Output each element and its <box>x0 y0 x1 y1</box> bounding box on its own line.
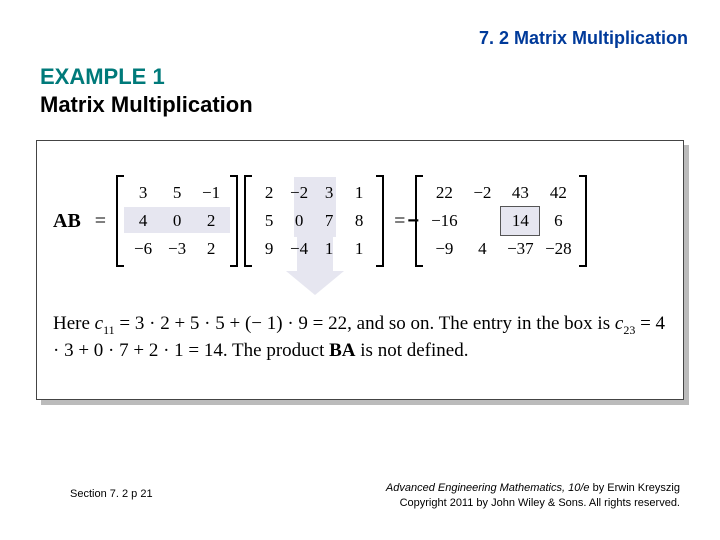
cell: −4 <box>284 235 314 263</box>
cell-val: −16 <box>431 211 458 230</box>
footer-section-page: Section 7. 2 p 21 <box>70 488 153 500</box>
sub: 23 <box>623 323 635 337</box>
cell: −37 <box>501 235 539 263</box>
cell: −6 <box>126 235 160 263</box>
txt: is not defined. <box>356 340 469 361</box>
footer-attribution: Advanced Engineering Mathematics, 10/e b… <box>300 481 680 510</box>
cell: 9 <box>254 235 284 263</box>
lhs-label: AB <box>53 210 81 233</box>
matrix-c: 22 −2 43 42 − −16 14 6 −9 4 <box>415 175 587 267</box>
copyright: Copyright 2011 by John Wiley & Sons. All… <box>400 497 680 509</box>
content-box: AB = 3 5 −1 4 0 2 −6 −3 2 <box>36 140 684 400</box>
matrix-a: 3 5 −1 4 0 2 −6 −3 2 <box>116 175 238 267</box>
cell <box>463 207 501 235</box>
cell: 8 <box>344 207 374 235</box>
neg-overlay: − <box>407 207 419 235</box>
boxed-result-cell: 14 <box>501 207 539 235</box>
txt: Here <box>53 313 95 334</box>
txt: = 3 · 2 + 5 · 5 + (− 1) · 9 = 22, and so… <box>115 313 615 334</box>
cell: 3 <box>126 179 160 207</box>
section-header: 7. 2 Matrix Multiplication <box>479 28 688 49</box>
cell: −1 <box>194 179 228 207</box>
cell: −3 <box>160 235 194 263</box>
cell: −28 <box>539 235 577 263</box>
cell: 0 <box>284 207 314 235</box>
example-title: Matrix Multiplication <box>40 92 253 118</box>
cell: −2 <box>284 179 314 207</box>
sub: 11 <box>103 323 115 337</box>
cell: −2 <box>463 179 501 207</box>
cell: 3 <box>314 179 344 207</box>
explanation-text: Here c11 = 3 · 2 + 5 · 5 + (− 1) · 9 = 2… <box>53 311 667 364</box>
cell: 4 <box>126 207 160 235</box>
cell: −9 <box>425 235 463 263</box>
cell: 1 <box>344 235 374 263</box>
book-author: by Erwin Kreyszig <box>590 482 680 494</box>
cell: 1 <box>314 235 344 263</box>
cell: 2 <box>194 207 228 235</box>
cell: − −16 <box>425 207 463 235</box>
example-label: EXAMPLE 1 <box>40 64 165 90</box>
book-title: Advanced Engineering Mathematics, 10/e <box>386 482 590 494</box>
cell: 5 <box>254 207 284 235</box>
cell: 5 <box>160 179 194 207</box>
cell: 2 <box>194 235 228 263</box>
matrix-b: 2 −2 3 1 5 0 7 8 9 −4 1 1 <box>244 175 384 267</box>
cell: 7 <box>314 207 344 235</box>
ba-label: BA <box>329 340 355 361</box>
equals-sign: = <box>95 210 106 233</box>
cell: 2 <box>254 179 284 207</box>
matrix-equation: AB = 3 5 −1 4 0 2 −6 −3 2 <box>53 175 587 267</box>
cell: 42 <box>539 179 577 207</box>
var-c: c <box>95 313 103 334</box>
cell: 0 <box>160 207 194 235</box>
cell: 1 <box>344 179 374 207</box>
cell: 43 <box>501 179 539 207</box>
cell: 6 <box>539 207 577 235</box>
cell: 4 <box>463 235 501 263</box>
cell: 22 <box>425 179 463 207</box>
equals-sign-2: = <box>394 210 405 233</box>
